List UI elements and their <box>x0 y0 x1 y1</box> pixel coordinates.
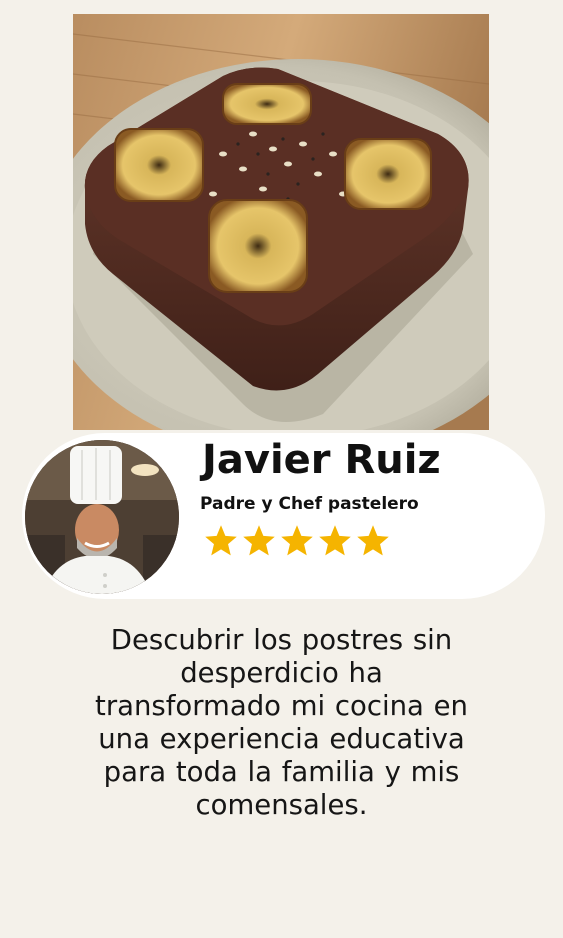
star-icon <box>281 525 313 556</box>
reviewer-role: Padre y Chef pastelero <box>200 494 419 514</box>
reviewer-name: Javier Ruiz <box>202 437 441 483</box>
star-icon <box>319 525 351 556</box>
dessert-photo <box>73 14 489 430</box>
profile-card: Javier Ruiz Padre y Chef pastelero <box>22 433 545 599</box>
testimonial-text: Descubrir los postres sin desperdicio ha… <box>95 624 468 821</box>
star-icon <box>357 525 389 556</box>
star-icon <box>205 525 237 556</box>
star-rating <box>203 523 391 559</box>
chef-avatar <box>25 440 179 594</box>
star-icon <box>243 525 275 556</box>
